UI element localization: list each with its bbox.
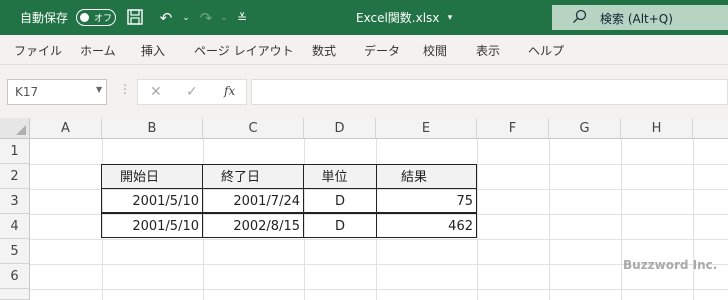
row-header-5[interactable]: 5 — [0, 239, 30, 264]
column-header-c[interactable]: C — [203, 118, 304, 139]
table-cell-unit[interactable]: D — [303, 188, 377, 213]
search-icon — [572, 9, 588, 29]
column-header-e[interactable]: E — [376, 118, 477, 139]
table-cell-unit[interactable]: D — [303, 213, 377, 238]
formula-bar-grip-icon[interactable]: ⋮ — [119, 82, 131, 96]
toggle-knob — [80, 13, 89, 22]
autosave-state: オフ — [94, 14, 113, 24]
row-header-partial[interactable] — [0, 289, 30, 300]
row-header-2[interactable]: 2 — [0, 164, 30, 189]
title-dropdown-icon[interactable]: ▾ — [440, 8, 460, 28]
select-all-triangle-icon — [16, 125, 26, 135]
row-header-3[interactable]: 3 — [0, 189, 30, 214]
row-header-1[interactable]: 1 — [0, 139, 30, 164]
undo-icon[interactable]: ↶ — [156, 8, 176, 28]
ribbon-tabs: ファイル ホーム 挿入 ページ レイアウト 数式 データ 校閲 表示 ヘルプ — [0, 35, 728, 65]
column-header-partial[interactable] — [693, 118, 728, 139]
formula-input[interactable] — [251, 79, 728, 105]
watermark: Buzzword Inc. — [623, 258, 718, 272]
tab-help[interactable]: ヘルプ — [528, 42, 564, 59]
row-header-4[interactable]: 4 — [0, 214, 30, 239]
search-box[interactable]: 検索 (Alt+Q) — [552, 5, 728, 30]
worksheet[interactable]: A B C D E F G H 1 2 3 4 5 6 開始日 終了日 単位 結… — [0, 118, 728, 300]
redo-icon: ↷ — [199, 9, 213, 27]
row-header-6[interactable]: 6 — [0, 264, 30, 289]
autosave-toggle[interactable]: オフ — [76, 9, 116, 26]
tab-page-layout[interactable]: ページ レイアウト — [194, 42, 294, 59]
formula-buttons: ✕ ✓ fx — [137, 79, 247, 105]
table-header-result[interactable]: 結果 — [376, 164, 477, 189]
column-header-d[interactable]: D — [304, 118, 376, 139]
cancel-icon[interactable]: ✕ — [150, 84, 162, 100]
column-header-b[interactable]: B — [102, 118, 203, 139]
tab-file[interactable]: ファイル — [14, 42, 62, 59]
tab-review[interactable]: 校閲 — [423, 42, 447, 59]
table-cell-result[interactable]: 75 — [376, 188, 477, 213]
enter-icon[interactable]: ✓ — [186, 84, 198, 100]
name-box-dropdown-icon[interactable]: ▼ — [96, 85, 102, 94]
insert-function-icon[interactable]: fx — [224, 84, 235, 98]
grid-line — [30, 289, 728, 290]
table-cell-end-date[interactable]: 2001/7/24 — [202, 188, 304, 213]
search-label: 検索 (Alt+Q) — [600, 12, 673, 26]
table-cell-start-date[interactable]: 2001/5/10 — [101, 213, 203, 238]
redo-dropdown-icon: ⌄ — [220, 13, 228, 23]
table-cell-start-date[interactable]: 2001/5/10 — [101, 188, 203, 213]
tab-formulas[interactable]: 数式 — [312, 42, 336, 59]
column-header-f[interactable]: F — [477, 118, 549, 139]
select-all-button[interactable] — [0, 118, 30, 139]
grid-line — [30, 239, 728, 240]
tab-data[interactable]: データ — [364, 42, 400, 59]
tab-home[interactable]: ホーム — [80, 42, 116, 59]
title-bar: 自動保存 オフ ↶ ⌄ ↷ ⌄ ≚ Excel関数.xlsx ▾ 検索 (Alt… — [0, 0, 728, 35]
table-header-unit[interactable]: 単位 — [303, 164, 377, 189]
column-header-h[interactable]: H — [621, 118, 693, 139]
tab-insert[interactable]: 挿入 — [141, 42, 165, 59]
table-cell-result[interactable]: 462 — [376, 213, 477, 238]
save-icon[interactable] — [126, 8, 146, 28]
table-header-start-date[interactable]: 開始日 — [101, 164, 203, 189]
tab-view[interactable]: 表示 — [476, 42, 500, 59]
formula-bar: K17 ▼ ⋮ ✕ ✓ fx — [0, 65, 728, 118]
table-header-end-date[interactable]: 終了日 — [202, 164, 304, 189]
column-header-a[interactable]: A — [30, 118, 102, 139]
customize-qat-icon[interactable]: ≚ — [232, 8, 252, 28]
autosave-label: 自動保存 — [20, 11, 69, 25]
table-cell-end-date[interactable]: 2002/8/15 — [202, 213, 304, 238]
name-box-value: K17 — [15, 85, 39, 99]
name-box[interactable]: K17 ▼ — [7, 79, 107, 105]
undo-dropdown-icon[interactable]: ⌄ — [176, 8, 196, 28]
document-title[interactable]: Excel関数.xlsx — [356, 9, 439, 26]
column-header-g[interactable]: G — [549, 118, 621, 139]
